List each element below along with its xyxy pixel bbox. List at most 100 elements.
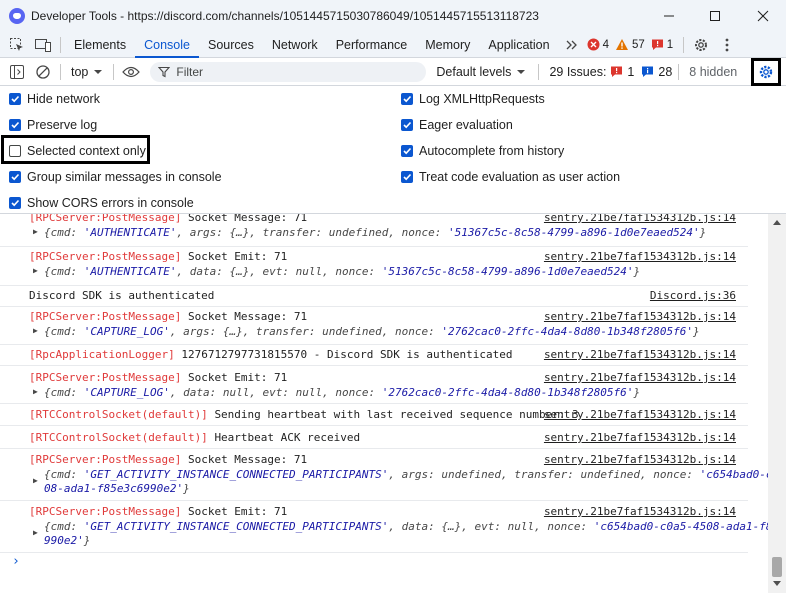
source-link[interactable]: sentry.21be7faf1534312b.js:14 bbox=[544, 453, 736, 466]
treat-eval-user-action-option[interactable]: Treat code evaluation as user action bbox=[401, 167, 620, 187]
source-link[interactable]: sentry.21be7faf1534312b.js:14 bbox=[544, 214, 736, 224]
sidebar-toggle-button[interactable] bbox=[4, 59, 30, 85]
title-bar: Developer Tools - https://discord.com/ch… bbox=[0, 0, 786, 32]
expand-triangle-icon[interactable]: ▶ bbox=[33, 476, 38, 485]
checkbox-checked-icon[interactable] bbox=[401, 119, 413, 131]
group-similar-option[interactable]: Group similar messages in console bbox=[9, 167, 222, 187]
checkbox-checked-icon[interactable] bbox=[9, 93, 21, 105]
issues-error-count: 1 bbox=[627, 64, 635, 79]
live-expression-button[interactable] bbox=[118, 59, 144, 85]
console-settings-panel: Hide network Preserve log Selected conte… bbox=[0, 86, 786, 214]
errors-counter[interactable]: 4 bbox=[587, 38, 609, 51]
console-toolbar: top Default levels 29 Issues: 1 28 8 hid… bbox=[0, 58, 786, 86]
source-link[interactable]: sentry.21be7faf1534312b.js:14 bbox=[544, 408, 736, 421]
device-toolbar-button[interactable] bbox=[30, 32, 56, 58]
tab-sources[interactable]: Sources bbox=[199, 32, 263, 58]
scroll-up-icon[interactable] bbox=[773, 220, 781, 225]
kebab-menu-icon bbox=[725, 38, 729, 51]
source-link[interactable]: sentry.21be7faf1534312b.js:14 bbox=[544, 250, 736, 263]
warnings-counter[interactable]: 57 bbox=[615, 38, 645, 51]
minimize-button[interactable] bbox=[646, 0, 692, 32]
object-preview[interactable]: {cmd: 'AUTHENTICATE', data: {…}, evt: nu… bbox=[44, 265, 640, 278]
divider bbox=[60, 63, 61, 80]
source-link[interactable]: sentry.21be7faf1534312b.js:14 bbox=[544, 371, 736, 384]
tab-elements[interactable]: Elements bbox=[65, 32, 135, 58]
preserve-log-option[interactable]: Preserve log bbox=[9, 115, 97, 135]
object-preview[interactable]: {cmd: 'CAPTURE_LOG', args: {…}, transfer… bbox=[44, 325, 700, 338]
scroll-thumb[interactable] bbox=[772, 557, 782, 577]
expand-triangle-icon[interactable]: ▶ bbox=[33, 227, 38, 236]
scroll-down-icon[interactable] bbox=[773, 581, 781, 586]
maximize-button[interactable] bbox=[692, 0, 738, 32]
issue-error-icon bbox=[611, 66, 623, 77]
devtools-settings-button[interactable] bbox=[688, 32, 714, 58]
warning-count: 57 bbox=[631, 38, 645, 51]
checkbox-checked-icon[interactable] bbox=[9, 171, 21, 183]
issues-button[interactable]: 29 Issues: 1 28 bbox=[549, 65, 672, 79]
option-label: Treat code evaluation as user action bbox=[419, 170, 621, 184]
customize-menu-button[interactable] bbox=[714, 32, 740, 58]
minimize-icon bbox=[664, 15, 674, 17]
tab-application[interactable]: Application bbox=[479, 32, 558, 58]
log-entry: [RPCServer:PostMessage] Socket Emit: 71 … bbox=[0, 501, 768, 553]
object-preview[interactable]: {cmd: 'AUTHENTICATE', args: {…}, transfe… bbox=[44, 226, 706, 239]
tab-memory[interactable]: Memory bbox=[416, 32, 479, 58]
expand-triangle-icon[interactable]: ▶ bbox=[33, 528, 38, 537]
log-entry: [RPCServer:PostMessage] Socket Emit: 71 … bbox=[0, 366, 748, 404]
tab-performance[interactable]: Performance bbox=[327, 32, 417, 58]
inspect-element-button[interactable] bbox=[4, 32, 30, 58]
divider bbox=[60, 36, 61, 53]
filter-input[interactable] bbox=[176, 64, 407, 79]
log-entry: [RPCServer:PostMessage] Socket Message: … bbox=[0, 214, 748, 247]
checkbox-checked-icon[interactable] bbox=[9, 119, 21, 131]
more-tabs-button[interactable] bbox=[559, 32, 585, 58]
log-levels-value: Default levels bbox=[436, 64, 512, 79]
expand-triangle-icon[interactable]: ▶ bbox=[33, 387, 38, 396]
hidden-count: 8 hidden bbox=[689, 64, 738, 79]
close-button[interactable] bbox=[740, 0, 786, 32]
log-levels-dropdown[interactable]: Default levels bbox=[436, 65, 526, 79]
dropdown-arrow-icon bbox=[94, 69, 103, 74]
log-xhr-option[interactable]: Log XMLHttpRequests bbox=[401, 89, 545, 109]
checkbox-checked-icon[interactable] bbox=[401, 145, 413, 157]
object-preview[interactable]: {cmd: 'GET_ACTIVITY_INSTANCE_CONNECTED_P… bbox=[44, 520, 768, 533]
show-cors-errors-option[interactable]: Show CORS errors in console bbox=[9, 193, 194, 213]
divider bbox=[538, 63, 540, 80]
highlight-annotation bbox=[1, 135, 150, 164]
source-link[interactable]: sentry.21be7faf1534312b.js:14 bbox=[544, 310, 736, 323]
checkbox-checked-icon[interactable] bbox=[401, 93, 413, 105]
console-scrollbar[interactable] bbox=[768, 214, 786, 593]
info-counter[interactable]: 1 bbox=[651, 38, 673, 51]
clear-icon bbox=[36, 64, 50, 79]
console-settings-button[interactable] bbox=[751, 58, 781, 86]
context-value: top bbox=[71, 64, 89, 79]
checkbox-checked-icon[interactable] bbox=[9, 197, 21, 209]
error-icon bbox=[587, 38, 600, 51]
gear-icon bbox=[695, 38, 708, 51]
checkbox-checked-icon[interactable] bbox=[401, 171, 413, 183]
source-link[interactable]: sentry.21be7faf1534312b.js:14 bbox=[544, 505, 736, 518]
tab-console[interactable]: Console bbox=[135, 32, 199, 58]
autocomplete-history-option[interactable]: Autocomplete from history bbox=[401, 141, 564, 161]
device-icon bbox=[35, 38, 51, 52]
option-label: Eager evaluation bbox=[419, 118, 513, 132]
filter-icon bbox=[158, 66, 171, 77]
dropdown-arrow-icon bbox=[517, 69, 526, 74]
filter-box bbox=[150, 61, 427, 82]
discord-icon bbox=[9, 8, 25, 24]
clear-console-button[interactable] bbox=[30, 59, 56, 85]
double-chevron-icon bbox=[566, 40, 577, 49]
source-link[interactable]: sentry.21be7faf1534312b.js:14 bbox=[544, 348, 736, 361]
context-selector[interactable]: top bbox=[71, 65, 103, 79]
tab-network[interactable]: Network bbox=[263, 32, 327, 58]
object-preview[interactable]: {cmd: 'GET_ACTIVITY_INSTANCE_CONNECTED_P… bbox=[44, 468, 768, 481]
source-link[interactable]: sentry.21be7faf1534312b.js:14 bbox=[544, 431, 736, 444]
source-link[interactable]: Discord.js:36 bbox=[650, 289, 736, 302]
hide-network-option[interactable]: Hide network bbox=[9, 89, 100, 109]
object-preview[interactable]: {cmd: 'CAPTURE_LOG', data: null, evt: nu… bbox=[44, 386, 640, 399]
expand-triangle-icon[interactable]: ▶ bbox=[33, 326, 38, 335]
error-count: 4 bbox=[602, 38, 609, 51]
console-prompt-icon[interactable]: › bbox=[12, 554, 20, 569]
eager-evaluation-option[interactable]: Eager evaluation bbox=[401, 115, 513, 135]
expand-triangle-icon[interactable]: ▶ bbox=[33, 266, 38, 275]
